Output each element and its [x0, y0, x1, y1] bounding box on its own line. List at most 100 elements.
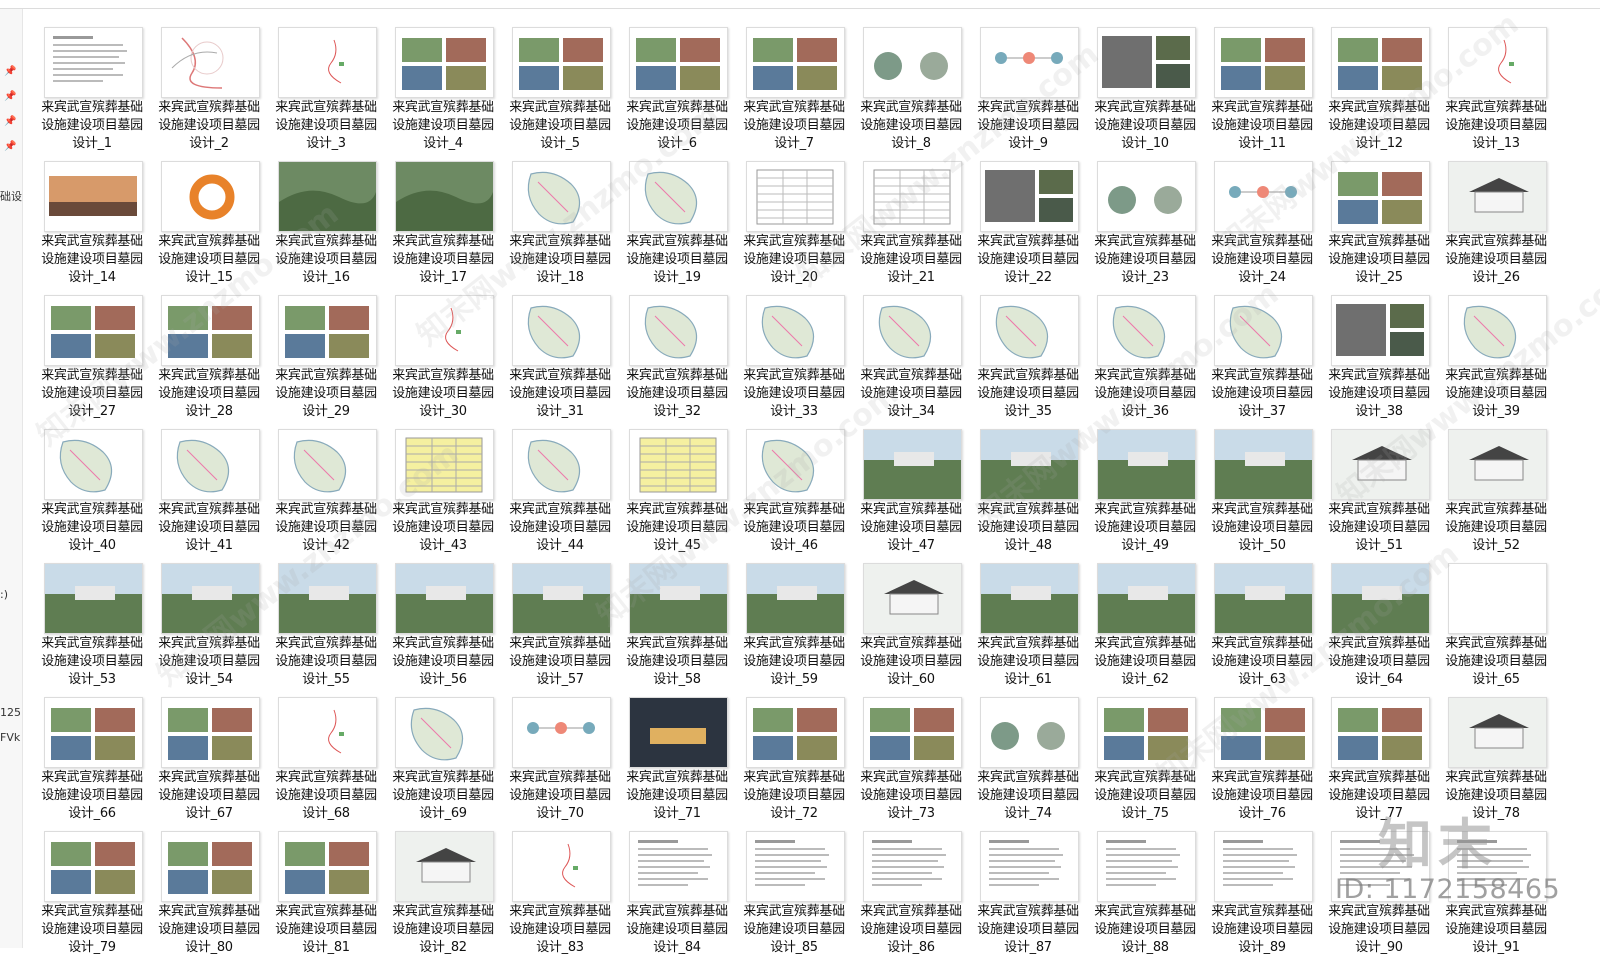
file-item[interactable]: 来宾武宣殡葬基础设施建设项目墓园设计_35 [974, 278, 1090, 419]
file-item[interactable]: 来宾武宣殡葬基础设施建设项目墓园设计_36 [1091, 278, 1207, 419]
file-item[interactable]: 来宾武宣殡葬基础设施建设项目墓园设计_50 [1208, 412, 1324, 553]
file-thumbnail[interactable] [1331, 295, 1430, 366]
file-thumbnail[interactable] [980, 295, 1079, 366]
file-thumbnail[interactable] [395, 697, 494, 768]
file-thumbnail[interactable] [1331, 27, 1430, 98]
file-thumbnail[interactable] [512, 697, 611, 768]
file-item[interactable]: 来宾武宣殡葬基础设施建设项目墓园设计_72 [740, 680, 856, 821]
file-item[interactable]: 来宾武宣殡葬基础设施建设项目墓园设计_73 [857, 680, 973, 821]
file-item[interactable]: 来宾武宣殡葬基础设施建设项目墓园设计_9 [974, 10, 1090, 151]
file-thumbnail[interactable] [629, 295, 728, 366]
file-thumbnail[interactable] [44, 161, 143, 232]
file-thumbnail[interactable] [1448, 697, 1547, 768]
file-thumbnail[interactable] [863, 831, 962, 902]
file-item[interactable]: 来宾武宣殡葬基础设施建设项目墓园设计_83 [506, 814, 622, 955]
file-item[interactable]: 来宾武宣殡葬基础设施建设项目墓园设计_58 [623, 546, 739, 687]
file-item[interactable]: 来宾武宣殡葬基础设施建设项目墓园设计_69 [389, 680, 505, 821]
file-thumbnail[interactable] [395, 295, 494, 366]
file-item[interactable]: 来宾武宣殡葬基础设施建设项目墓园设计_27 [38, 278, 154, 419]
file-name[interactable]: 来宾武宣殡葬基础设施建设项目墓园设计_79 [38, 903, 146, 957]
file-item[interactable]: 来宾武宣殡葬基础设施建设项目墓园设计_68 [272, 680, 388, 821]
file-thumbnail[interactable] [1448, 27, 1547, 98]
file-thumbnail[interactable] [1448, 831, 1547, 902]
file-item[interactable]: 来宾武宣殡葬基础设施建设项目墓园设计_53 [38, 546, 154, 687]
file-name[interactable]: 来宾武宣殡葬基础设施建设项目墓园设计_83 [506, 903, 614, 957]
file-item[interactable]: 来宾武宣殡葬基础设施建设项目墓园设计_91 [1442, 814, 1558, 955]
file-thumbnail[interactable] [395, 27, 494, 98]
file-thumbnail[interactable] [1448, 563, 1547, 634]
file-item[interactable]: 来宾武宣殡葬基础设施建设项目墓园设计_63 [1208, 546, 1324, 687]
file-thumbnail[interactable] [629, 27, 728, 98]
file-thumbnail[interactable] [746, 831, 845, 902]
file-thumbnail[interactable] [746, 295, 845, 366]
file-item[interactable]: 来宾武宣殡葬基础设施建设项目墓园设计_52 [1442, 412, 1558, 553]
file-item[interactable]: 来宾武宣殡葬基础设施建设项目墓园设计_33 [740, 278, 856, 419]
file-thumbnail[interactable] [1097, 161, 1196, 232]
file-item[interactable]: 来宾武宣殡葬基础设施建设项目墓园设计_6 [623, 10, 739, 151]
file-name[interactable]: 来宾武宣殡葬基础设施建设项目墓园设计_84 [623, 903, 731, 957]
file-thumbnail[interactable] [863, 697, 962, 768]
file-item[interactable]: 来宾武宣殡葬基础设施建设项目墓园设计_14 [38, 144, 154, 285]
file-thumbnail[interactable] [44, 429, 143, 500]
file-thumbnail[interactable] [1214, 831, 1313, 902]
file-thumbnail[interactable] [278, 295, 377, 366]
file-item[interactable]: 来宾武宣殡葬基础设施建设项目墓园设计_32 [623, 278, 739, 419]
file-item[interactable]: 来宾武宣殡葬基础设施建设项目墓园设计_45 [623, 412, 739, 553]
file-thumbnail[interactable] [863, 27, 962, 98]
file-thumbnail[interactable] [980, 831, 1079, 902]
file-thumbnail[interactable] [980, 429, 1079, 500]
file-thumbnail[interactable] [161, 161, 260, 232]
file-thumbnail[interactable] [980, 161, 1079, 232]
file-thumbnail[interactable] [512, 831, 611, 902]
file-thumbnail[interactable] [863, 563, 962, 634]
file-item[interactable]: 来宾武宣殡葬基础设施建设项目墓园设计_31 [506, 278, 622, 419]
file-item[interactable]: 来宾武宣殡葬基础设施建设项目墓园设计_79 [38, 814, 154, 955]
file-thumbnail[interactable] [44, 831, 143, 902]
file-item[interactable]: 来宾武宣殡葬基础设施建设项目墓园设计_34 [857, 278, 973, 419]
file-thumbnail[interactable] [863, 429, 962, 500]
file-item[interactable]: 来宾武宣殡葬基础设施建设项目墓园设计_62 [1091, 546, 1207, 687]
file-name[interactable]: 来宾武宣殡葬基础设施建设项目墓园设计_91 [1442, 903, 1550, 957]
file-thumbnail[interactable] [1331, 697, 1430, 768]
file-item[interactable]: 来宾武宣殡葬基础设施建设项目墓园设计_46 [740, 412, 856, 553]
file-item[interactable]: 来宾武宣殡葬基础设施建设项目墓园设计_19 [623, 144, 739, 285]
file-name[interactable]: 来宾武宣殡葬基础设施建设项目墓园设计_80 [155, 903, 263, 957]
file-thumbnail[interactable] [1214, 295, 1313, 366]
file-thumbnail[interactable] [1214, 429, 1313, 500]
file-thumbnail[interactable] [1331, 831, 1430, 902]
file-name[interactable]: 来宾武宣殡葬基础设施建设项目墓园设计_89 [1208, 903, 1316, 957]
file-item[interactable]: 来宾武宣殡葬基础设施建设项目墓园设计_89 [1208, 814, 1324, 955]
file-thumbnail[interactable] [512, 563, 611, 634]
file-name[interactable]: 来宾武宣殡葬基础设施建设项目墓园设计_87 [974, 903, 1082, 957]
file-thumbnail[interactable] [161, 295, 260, 366]
file-thumbnail[interactable] [44, 697, 143, 768]
file-thumbnail[interactable] [1214, 161, 1313, 232]
file-thumbnail[interactable] [980, 697, 1079, 768]
file-thumbnail[interactable] [863, 295, 962, 366]
file-thumbnail[interactable] [1097, 697, 1196, 768]
file-thumbnail[interactable] [512, 429, 611, 500]
file-thumbnail[interactable] [161, 429, 260, 500]
file-thumbnail[interactable] [278, 27, 377, 98]
file-thumbnail[interactable] [1214, 697, 1313, 768]
file-thumbnail[interactable] [1097, 429, 1196, 500]
file-thumbnail[interactable] [44, 563, 143, 634]
file-item[interactable]: 来宾武宣殡葬基础设施建设项目墓园设计_26 [1442, 144, 1558, 285]
file-item[interactable]: 来宾武宣殡葬基础设施建设项目墓园设计_15 [155, 144, 271, 285]
file-item[interactable]: 来宾武宣殡葬基础设施建设项目墓园设计_39 [1442, 278, 1558, 419]
file-item[interactable]: 来宾武宣殡葬基础设施建设项目墓园设计_8 [857, 10, 973, 151]
file-thumbnail[interactable] [161, 27, 260, 98]
file-item[interactable]: 来宾武宣殡葬基础设施建设项目墓园设计_56 [389, 546, 505, 687]
file-thumbnail[interactable] [395, 563, 494, 634]
file-thumbnail[interactable] [1448, 295, 1547, 366]
file-thumbnail[interactable] [395, 161, 494, 232]
file-item[interactable]: 来宾武宣殡葬基础设施建设项目墓园设计_71 [623, 680, 739, 821]
file-item[interactable]: 来宾武宣殡葬基础设施建设项目墓园设计_85 [740, 814, 856, 955]
file-thumbnail[interactable] [512, 27, 611, 98]
file-item[interactable]: 来宾武宣殡葬基础设施建设项目墓园设计_80 [155, 814, 271, 955]
file-item[interactable]: 来宾武宣殡葬基础设施建设项目墓园设计_90 [1325, 814, 1441, 955]
file-item[interactable]: 来宾武宣殡葬基础设施建设项目墓园设计_20 [740, 144, 856, 285]
file-item[interactable]: 来宾武宣殡葬基础设施建设项目墓园设计_10 [1091, 10, 1207, 151]
file-thumbnail[interactable] [1214, 27, 1313, 98]
file-item[interactable]: 来宾武宣殡葬基础设施建设项目墓园设计_2 [155, 10, 271, 151]
